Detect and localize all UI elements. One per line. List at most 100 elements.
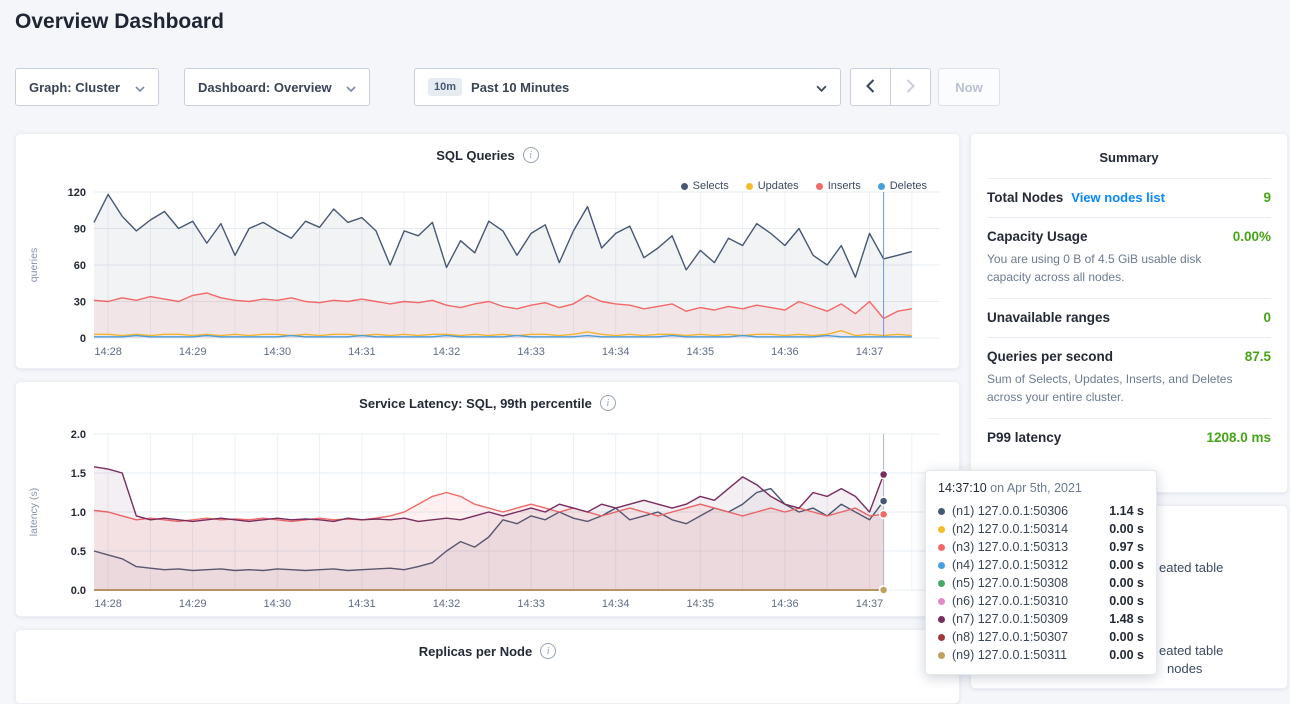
time-pager: [850, 68, 931, 106]
svg-text:14:30: 14:30: [264, 346, 292, 358]
dashboard-dropdown[interactable]: Dashboard: Overview: [184, 68, 370, 106]
series-color-dot: [938, 634, 945, 641]
svg-text:14:34: 14:34: [602, 346, 630, 358]
summary-subtext: Sum of Selects, Updates, Inserts, and De…: [987, 370, 1271, 406]
tooltip-node-label: (n8) 127.0.0.1:50307: [952, 630, 1068, 644]
summary-label: Total Nodes: [987, 190, 1063, 205]
info-icon[interactable]: [540, 643, 556, 659]
summary-label: Capacity Usage: [987, 229, 1088, 244]
tooltip-node-row: (n5) 127.0.0.1:50308 0.00 s: [938, 574, 1144, 592]
svg-text:14:31: 14:31: [348, 598, 376, 610]
dashboard-dropdown-label: Dashboard: Overview: [198, 80, 332, 95]
svg-text:14:31: 14:31: [348, 346, 376, 358]
summary-value: 9: [1263, 190, 1271, 205]
svg-text:14:29: 14:29: [179, 346, 207, 358]
tooltip-node-row: (n9) 127.0.0.1:503110.00 s: [938, 646, 1144, 664]
svg-text:1.5: 1.5: [71, 468, 86, 480]
tooltip-node-value: 0.00 s: [1109, 648, 1144, 662]
svg-text:14:37: 14:37: [856, 346, 884, 358]
svg-text:14:36: 14:36: [771, 598, 799, 610]
info-icon[interactable]: [523, 147, 539, 163]
svg-text:0: 0: [80, 333, 86, 345]
chart-title: Replicas per Node: [419, 644, 532, 659]
svg-text:2.0: 2.0: [71, 429, 86, 441]
svg-text:1.0: 1.0: [71, 507, 86, 519]
tooltip-node-row: (n1) 127.0.0.1:503061.14 s: [938, 502, 1144, 520]
tooltip-node-value: 1.48 s: [1109, 612, 1144, 626]
info-icon[interactable]: [600, 395, 616, 411]
svg-text:0.5: 0.5: [71, 546, 86, 558]
svg-text:14:32: 14:32: [433, 346, 461, 358]
time-range-dropdown[interactable]: 10m Past 10 Minutes: [414, 68, 841, 106]
summary-value: 0: [1263, 310, 1271, 325]
tooltip-node-label: (n1) 127.0.0.1:50306: [952, 504, 1068, 518]
chart-hover-tooltip: 14:37:10 on Apr 5th, 2021 (n1) 127.0.0.1…: [925, 470, 1157, 675]
svg-text:14:33: 14:33: [517, 346, 545, 358]
svg-text:14:33: 14:33: [517, 598, 545, 610]
tooltip-node-label: (n4) 127.0.0.1:50312: [952, 558, 1068, 572]
svg-text:latency (s): latency (s): [28, 488, 40, 536]
summary-row-total-nodes: Total Nodes View nodes list 9: [987, 178, 1271, 217]
series-color-dot: [938, 526, 945, 533]
tooltip-node-label: (n7) 127.0.0.1:50309: [952, 612, 1068, 626]
tooltip-node-row: (n7) 127.0.0.1:50309 1.48 s: [938, 610, 1144, 628]
service-latency-chart[interactable]: 0.00.51.01.52.014:2814:2914:3014:3114:32…: [24, 424, 954, 616]
tooltip-node-value: 0.97 s: [1109, 540, 1144, 554]
svg-text:14:37: 14:37: [856, 598, 884, 610]
svg-text:14:32: 14:32: [433, 598, 461, 610]
tooltip-node-row: (n3) 127.0.0.1:50313 0.97 s: [938, 538, 1144, 556]
event-text-fragment: eated table: [1159, 560, 1223, 575]
svg-text:14:34: 14:34: [602, 598, 630, 610]
series-color-dot: [938, 544, 945, 551]
tooltip-node-label: (n3) 127.0.0.1:50313: [952, 540, 1068, 554]
summary-row-queries-per-second: Queries per second87.5Sum of Selects, Up…: [987, 337, 1271, 418]
tooltip-node-label: (n5) 127.0.0.1:50308: [952, 576, 1068, 590]
svg-text:14:35: 14:35: [687, 346, 715, 358]
tooltip-node-value: 0.00 s: [1109, 630, 1144, 644]
tooltip-node-value: 0.00 s: [1109, 522, 1144, 536]
sql-queries-chart-panel: SQL Queries SelectsUpdatesInsertsDeletes…: [15, 133, 960, 369]
summary-row-p99-latency: P99 latency1208.0 ms: [987, 418, 1271, 457]
now-button[interactable]: Now: [938, 68, 1000, 106]
svg-text:queries: queries: [28, 248, 40, 282]
tooltip-node-value: 0.00 s: [1109, 558, 1144, 572]
series-color-dot: [938, 598, 945, 605]
summary-label: P99 latency: [987, 430, 1061, 445]
tooltip-node-value: 0.00 s: [1109, 576, 1144, 590]
time-range-badge: 10m: [428, 78, 462, 96]
summary-row-unavailable-ranges: Unavailable ranges 0: [987, 298, 1271, 337]
chevron-right-icon: [906, 79, 915, 96]
chart-title: Service Latency: SQL, 99th percentile: [359, 396, 592, 411]
svg-text:0.0: 0.0: [71, 585, 86, 597]
tooltip-node-row: (n6) 127.0.0.1:503100.00 s: [938, 592, 1144, 610]
summary-title: Summary: [987, 134, 1271, 178]
series-color-dot: [938, 580, 945, 587]
series-color-dot: [938, 652, 945, 659]
svg-text:14:36: 14:36: [771, 346, 799, 358]
next-time-button[interactable]: [890, 68, 931, 106]
summary-value: 87.5: [1245, 349, 1271, 364]
svg-text:120: 120: [68, 187, 86, 199]
svg-text:14:29: 14:29: [179, 598, 207, 610]
chevron-down-icon: [346, 80, 356, 95]
series-color-dot: [938, 508, 945, 515]
tooltip-node-row: (n8) 127.0.0.1:50307 0.00 s: [938, 628, 1144, 646]
view-nodes-list-link[interactable]: View nodes list: [1071, 190, 1165, 205]
sql-queries-chart[interactable]: 030609012014:2814:2914:3014:3114:3214:33…: [24, 182, 954, 364]
svg-text:14:30: 14:30: [264, 598, 292, 610]
service-latency-chart-panel: Service Latency: SQL, 99th percentile 0.…: [15, 381, 960, 617]
replicas-per-node-chart-panel: Replicas per Node: [15, 629, 960, 704]
tooltip-node-value: 0.00 s: [1109, 594, 1144, 608]
tooltip-timestamp: 14:37:10 on Apr 5th, 2021: [938, 481, 1144, 495]
svg-text:90: 90: [74, 224, 86, 236]
summary-subtext: You are using 0 B of 4.5 GiB usable disk…: [987, 250, 1271, 286]
svg-text:30: 30: [74, 297, 86, 309]
graph-dropdown[interactable]: Graph: Cluster: [15, 68, 159, 106]
summary-label: Unavailable ranges: [987, 310, 1110, 325]
series-color-dot: [938, 562, 945, 569]
prev-time-button[interactable]: [850, 68, 891, 106]
event-text-fragment: nodes: [1167, 661, 1202, 676]
summary-value: 0.00%: [1233, 229, 1271, 244]
svg-text:60: 60: [74, 260, 86, 272]
chevron-down-icon: [816, 80, 827, 95]
